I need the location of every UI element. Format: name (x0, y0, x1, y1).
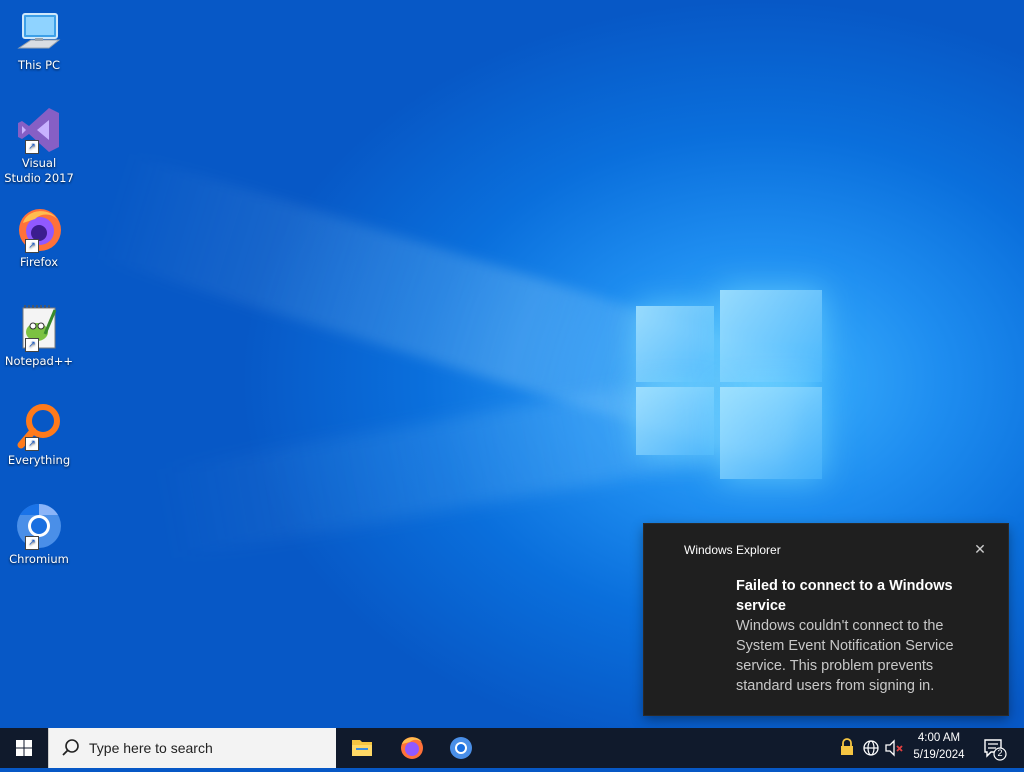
windows-logo-icon (16, 740, 32, 756)
clock-time: 4:00 AM (917, 732, 961, 744)
tray-lock[interactable] (838, 728, 856, 768)
taskbar-firefox[interactable] (388, 728, 436, 768)
search-icon (62, 739, 79, 756)
desktop-icon-visual-studio[interactable]: ↗ Visual Studio 2017 (3, 106, 75, 186)
shortcut-arrow-icon: ↗ (25, 437, 39, 451)
desktop-icon-label: Notepad++ (4, 354, 74, 368)
shortcut-arrow-icon: ↗ (25, 338, 39, 352)
chromium-icon: ↗ (15, 502, 63, 550)
taskbar-search-box[interactable]: Type here to search (48, 728, 336, 768)
clock-date: 5/19/2024 (913, 749, 965, 761)
desktop-icon-label: Visual Studio 2017 (4, 156, 74, 185)
taskbar-chromium[interactable] (437, 728, 485, 768)
desktop-icon-this-pc[interactable]: This PC (3, 8, 75, 73)
desktop-icon-firefox[interactable]: ↗ Firefox (3, 205, 75, 270)
notification-app-name: Windows Explorer (684, 543, 781, 557)
visual-studio-icon: ↗ (15, 106, 63, 154)
notepadpp-icon: ↗ (15, 304, 63, 352)
firefox-icon: ↗ (15, 205, 63, 253)
taskbar-file-explorer[interactable] (338, 728, 386, 768)
desktop-icon-everything[interactable]: ↗ Everything (3, 403, 75, 468)
this-pc-icon (15, 8, 63, 56)
network-icon (863, 740, 879, 756)
taskbar: Type here to search 4:00 AM 5/19/2024 2 (0, 728, 1024, 768)
notification-title: Failed to connect to a Windows service (736, 578, 953, 614)
action-center-button[interactable]: 2 (980, 728, 1010, 768)
desktop-icon-label: Everything (7, 453, 71, 467)
shortcut-arrow-icon: ↗ (25, 239, 39, 253)
desktop-icon-notepadpp[interactable]: ↗ Notepad++ (3, 304, 75, 369)
wallpaper-windows-logo (636, 290, 822, 480)
notification-toast[interactable]: Windows Explorer ✕ Failed to connect to … (644, 524, 1008, 715)
desktop-icon-label: This PC (17, 58, 61, 72)
chromium-icon (450, 737, 472, 759)
desktop-icon-label: Firefox (19, 255, 59, 269)
taskbar-clock[interactable]: 4:00 AM 5/19/2024 (904, 730, 974, 764)
shortcut-arrow-icon: ↗ (25, 536, 39, 550)
shortcut-arrow-icon: ↗ (25, 140, 39, 154)
action-center-icon (984, 739, 1007, 761)
tray-volume[interactable] (884, 728, 904, 768)
volume-muted-icon (885, 739, 903, 757)
start-button[interactable] (0, 728, 48, 768)
search-placeholder: Type here to search (89, 740, 213, 756)
everything-icon: ↗ (15, 403, 63, 451)
lock-icon (841, 738, 853, 755)
file-explorer-icon (352, 740, 372, 756)
desktop-icon-chromium[interactable]: ↗ Chromium (3, 502, 75, 567)
desktop-icon-label: Chromium (9, 552, 69, 566)
notification-count-badge: 2 (997, 748, 1003, 758)
tray-network[interactable] (860, 728, 882, 768)
close-icon[interactable]: ✕ (970, 540, 990, 560)
firefox-icon (401, 737, 423, 759)
notification-body: Windows couldn't connect to the System E… (736, 618, 954, 694)
